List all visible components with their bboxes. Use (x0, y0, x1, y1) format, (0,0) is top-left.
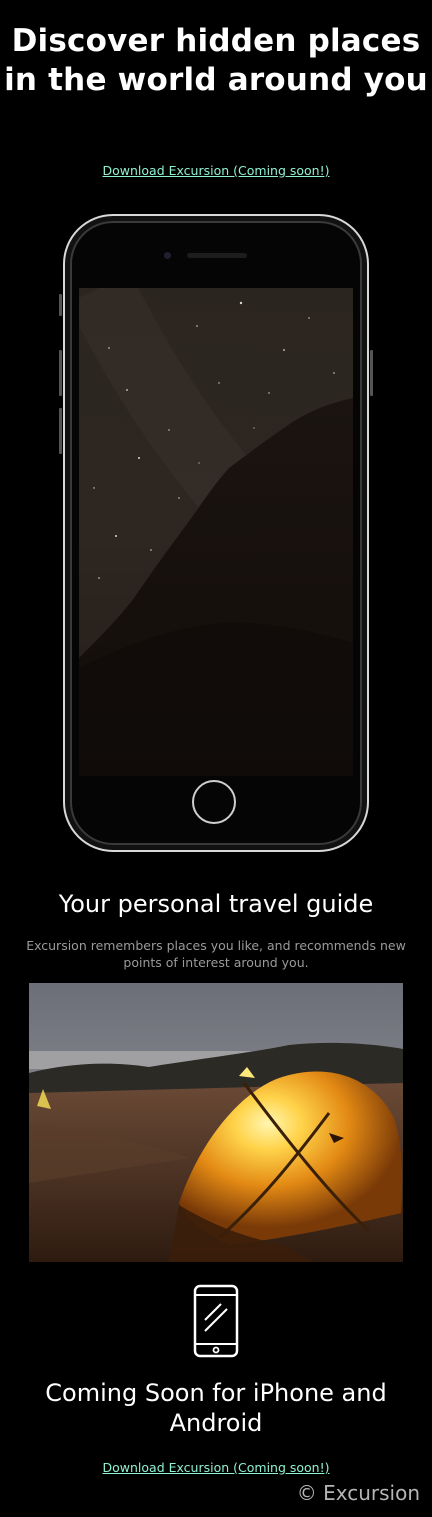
volume-down-button (59, 408, 62, 454)
phone-screen-night-sky-image (79, 288, 353, 776)
download-link-container-top: Download Excursion (Coming soon!) (0, 163, 432, 179)
copyright-text: © Excursion (296, 1481, 420, 1505)
download-link-bottom[interactable]: Download Excursion (Coming soon!) (103, 1460, 330, 1475)
night-sky-illustration (79, 288, 353, 776)
travel-guide-description: Excursion remembers places you like, and… (26, 938, 406, 970)
earpiece-speaker (187, 253, 247, 258)
hero-title: Discover hidden places in the world arou… (4, 23, 428, 98)
front-camera (164, 252, 171, 259)
phone-mockup (59, 214, 373, 852)
section-title-travel-guide: Your personal travel guide (58, 890, 374, 918)
tent-camping-photo (29, 983, 403, 1262)
tent-illustration (29, 983, 403, 1262)
mute-switch (59, 294, 62, 316)
section-title-coming-soon: Coming Soon for iPhone and Android (45, 1379, 387, 1437)
volume-up-button (59, 350, 62, 396)
download-link-container-bottom: Download Excursion (Coming soon!) (0, 1460, 432, 1476)
mobile-phone-icon (193, 1284, 239, 1358)
download-link-top[interactable]: Download Excursion (Coming soon!) (103, 163, 330, 178)
home-button (192, 780, 236, 824)
power-button (370, 350, 373, 396)
